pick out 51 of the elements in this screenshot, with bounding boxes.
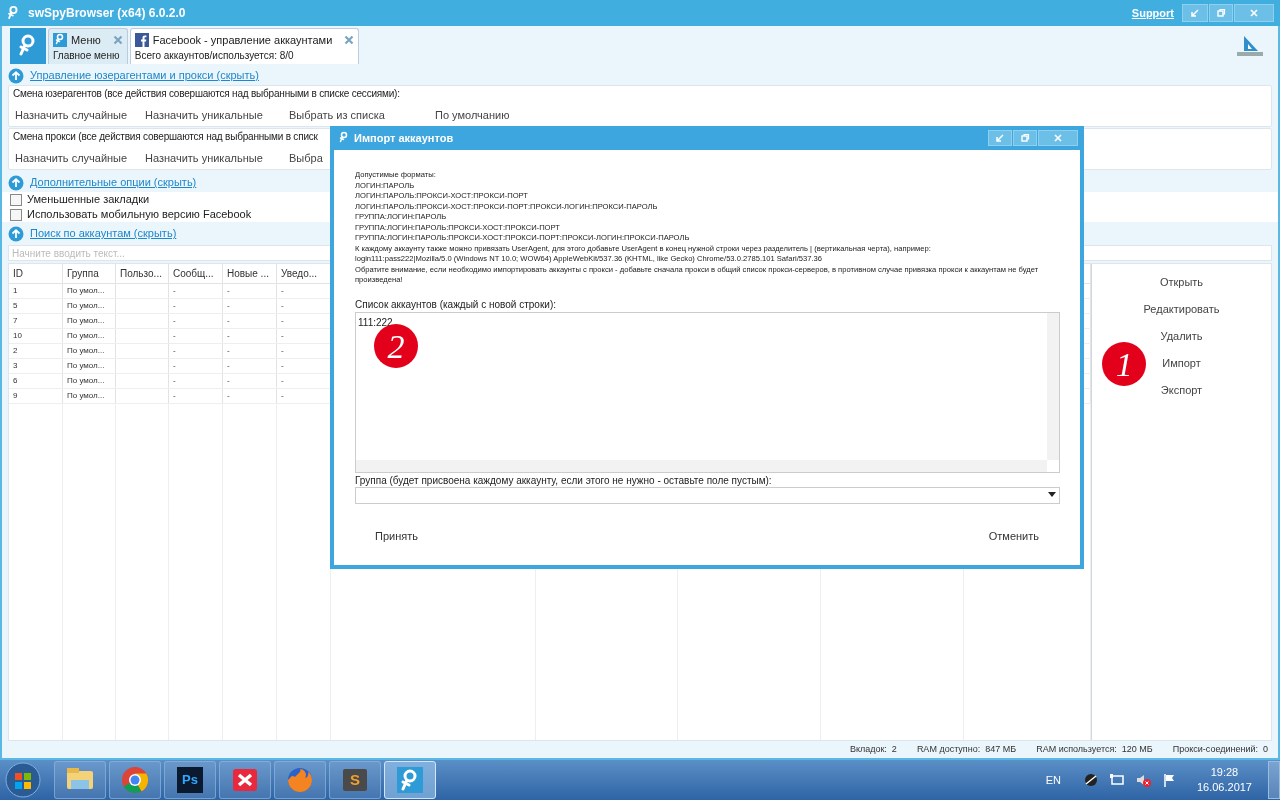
table-cell: По умол... [63, 374, 116, 388]
status-text: RAM доступно: 847 МБ [916, 742, 1017, 756]
group-label: Смена юзерагентов (все действия совершаются над выбранными в списке сессиями): [13, 87, 400, 101]
table-cell: 9 [9, 389, 63, 403]
table-cell: - [223, 299, 277, 313]
table-cell: - [223, 284, 277, 298]
table-cell: - [169, 329, 223, 343]
table-cell: По умол... [63, 359, 116, 373]
status-text: Прокси-соединений: 0 [1172, 742, 1268, 756]
table-cell: - [223, 329, 277, 343]
table-cell: - [223, 359, 277, 373]
table-cell: По умол... [63, 314, 116, 328]
tab-title: Facebook - управление аккаунтами [152, 33, 333, 48]
table-cell: - [169, 284, 223, 298]
callout-number: 1 [1102, 342, 1147, 386]
tab-subtitle: Главное меню [53, 48, 121, 63]
field-label: Группа (будет присвоена каждому аккаунту, если этого не нужно - оставьте поле пустым): [355, 474, 773, 487]
group-label: Смена прокси (все действия совершаются над выбранными в списк [13, 130, 318, 144]
field-label: Список аккаунтов (каждый с новой строки): [355, 298, 557, 311]
table-cell: - [223, 389, 277, 403]
table-cell: 1 [9, 284, 63, 298]
table-cell: 5 [9, 299, 63, 313]
table-cell: По умол... [63, 284, 116, 298]
table-cell: По умол... [63, 389, 116, 403]
checkbox-label: Использовать мобильную версию Facebook [27, 207, 252, 223]
app-icon-label: Ps [182, 771, 198, 790]
dialog-title: Импорт аккаунтов [354, 130, 454, 146]
table-cell: - [169, 299, 223, 313]
status-text: RAM используется: 120 МБ [1036, 742, 1153, 756]
table-cell: - [169, 344, 223, 358]
table-cell: - [169, 374, 223, 388]
table-cell: - [223, 374, 277, 388]
checkbox-label: Уменьшенные закладки [27, 192, 150, 208]
table-cell: 3 [9, 359, 63, 373]
table-cell: По умол... [63, 329, 116, 343]
window-title: swSpyBrowser (x64) 6.0.2.0 [28, 5, 186, 22]
table-cell: 7 [9, 314, 63, 328]
app-icon-label: S [350, 769, 360, 790]
table-cell: - [223, 314, 277, 328]
tab-title: Меню [71, 33, 101, 48]
table-cell: По умол... [63, 344, 116, 358]
table-cell: - [223, 344, 277, 358]
table-cell: - [169, 314, 223, 328]
tab-subtitle: Всего аккаунтов/используется: 8/0 [134, 48, 295, 63]
table-cell: - [169, 389, 223, 403]
table-cell: - [169, 359, 223, 373]
status-text: Вкладок: 2 [849, 742, 897, 756]
table-cell: 6 [9, 374, 63, 388]
table-cell: По умол... [63, 299, 116, 313]
table-cell: 10 [9, 329, 63, 343]
table-cell: 2 [9, 344, 63, 358]
